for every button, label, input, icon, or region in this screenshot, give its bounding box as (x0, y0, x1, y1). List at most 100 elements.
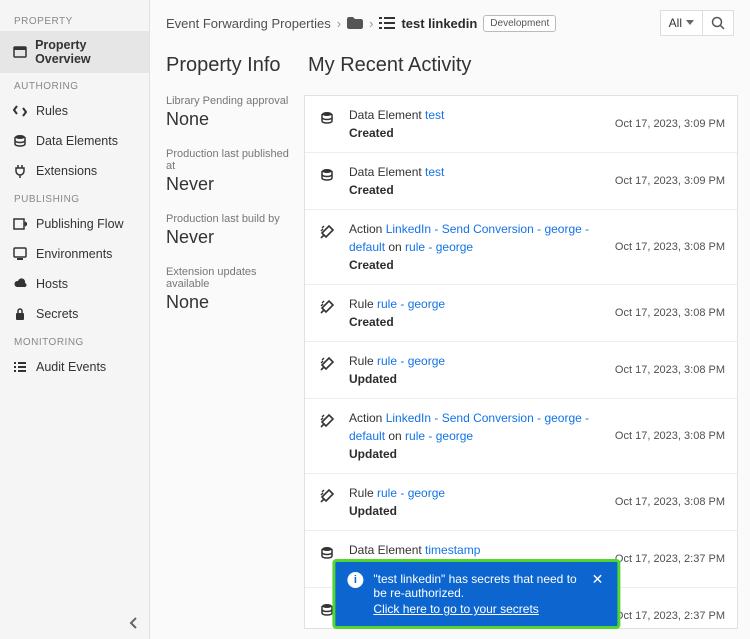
info-label: Extension updates available (166, 266, 296, 290)
sidebar-item-label: Property Overview (35, 38, 139, 66)
sidebar-item-label: Rules (36, 104, 68, 118)
activity-row[interactable]: Data Element testCreated Oct 17, 2023, 3:… (305, 96, 737, 153)
activity-link[interactable]: timestamp (425, 543, 480, 557)
info-label: Library Pending approval (166, 95, 296, 107)
activity-list: Data Element testCreatedOct 17, 2023, 3:… (304, 95, 738, 629)
sidebar-item-hosts[interactable]: Hosts (0, 269, 149, 299)
sidebar: PROPERTYProperty OverviewAUTHORINGRulesD… (0, 0, 150, 639)
activity-title: Data Element timestamp (349, 541, 607, 559)
activity-title: Rule rule - george (349, 484, 607, 502)
reauth-toast: i "test linkedin" has secrets that need … (332, 559, 620, 629)
sidebar-collapse-button[interactable] (125, 613, 143, 633)
activity-link[interactable]: rule - george (377, 297, 445, 311)
activity-row[interactable]: Rule rule - georgeCreatedOct 17, 2023, 3… (305, 285, 737, 342)
activity-body: Rule rule - georgeCreated (349, 295, 607, 331)
activity-time: Oct 17, 2023, 3:09 PM (615, 118, 725, 130)
cloud-icon (12, 276, 28, 292)
folder-icon (347, 17, 363, 29)
activity-title: Data Element test (349, 106, 607, 124)
info-block: Library Pending approvalNone (166, 95, 296, 130)
property-info-panel: Property Info Library Pending approvalNo… (150, 46, 300, 639)
sidebar-item-data-elements[interactable]: Data Elements (0, 126, 149, 156)
topbar: Event Forwarding Properties › › test lin… (150, 0, 750, 46)
toast-link[interactable]: Click here to go to your secrets (373, 602, 538, 616)
sidebar-item-publishing-flow[interactable]: Publishing Flow (0, 209, 149, 239)
flow-icon (12, 216, 28, 232)
activity-title: Data Element test (349, 163, 607, 181)
activity-status: Created (349, 181, 607, 199)
activity-row[interactable]: Rule rule - georgeUpdated Oct 17, 2023, 3… (305, 474, 737, 531)
environment-badge: Development (483, 15, 556, 32)
activity-time: Oct 17, 2023, 2:37 PM (615, 553, 725, 565)
activity-body: Data Element testCreated (349, 163, 607, 199)
info-value: Never (166, 174, 296, 195)
search-group: All (660, 10, 734, 36)
activity-title: Action LinkedIn - Send Conversion - geor… (349, 220, 607, 256)
activity-status: Created (349, 124, 607, 142)
list-icon (12, 359, 28, 375)
info-block: Production last published atNever (166, 148, 296, 195)
activity-body: Data Element testCreated (349, 106, 607, 142)
plug-icon (12, 163, 28, 179)
search-filter-dropdown[interactable]: All (661, 11, 703, 35)
list-icon (379, 17, 395, 29)
activity-row[interactable]: Action LinkedIn - Send Conversion - geor… (305, 210, 737, 285)
activity-link[interactable]: test (425, 165, 444, 179)
activity-time: Oct 17, 2023, 3:08 PM (615, 364, 725, 376)
activity-link[interactable]: rule - george (377, 486, 445, 500)
sidebar-item-extensions[interactable]: Extensions (0, 156, 149, 186)
breadcrumb-root[interactable]: Event Forwarding Properties (166, 16, 331, 31)
sidebar-item-label: Audit Events (36, 360, 106, 374)
main: Event Forwarding Properties › › test lin… (150, 0, 750, 639)
sidebar-item-environments[interactable]: Environments (0, 239, 149, 269)
activity-link[interactable]: rule - george (405, 429, 473, 443)
activity-status: Updated (349, 502, 607, 520)
activity-link[interactable]: test (425, 108, 444, 122)
activity-status: Updated (349, 370, 607, 388)
info-icon: i (347, 572, 363, 588)
tools-icon (317, 222, 337, 242)
recent-activity-heading: My Recent Activity (308, 54, 738, 77)
sidebar-item-audit-events[interactable]: Audit Events (0, 352, 149, 382)
activity-row[interactable]: Rule rule - georgeUpdatedOct 17, 2023, 3… (305, 342, 737, 399)
chevron-down-icon (686, 20, 694, 26)
activity-link[interactable]: rule - george (405, 240, 473, 254)
activity-row[interactable]: Data Element testCreated Oct 17, 2023, 3:… (305, 153, 737, 210)
data-icon (12, 133, 28, 149)
sidebar-group-label: AUTHORING (0, 73, 149, 96)
sidebar-item-label: Hosts (36, 277, 68, 291)
info-value: Never (166, 227, 296, 248)
activity-time: Oct 17, 2023, 3:08 PM (615, 241, 725, 253)
sidebar-item-secrets[interactable]: Secrets (0, 299, 149, 329)
activity-link[interactable]: rule - george (377, 354, 445, 368)
activity-title: Action LinkedIn - Send Conversion - geor… (349, 409, 607, 445)
chevron-right-icon: › (337, 16, 341, 31)
sidebar-item-label: Data Elements (36, 134, 118, 148)
activity-status: Created (349, 313, 607, 331)
info-block: Extension updates availableNone (166, 266, 296, 313)
database-icon (317, 108, 337, 128)
activity-time: Oct 17, 2023, 3:08 PM (615, 307, 725, 319)
activity-body: Rule rule - georgeUpdated (349, 352, 607, 388)
sidebar-item-property-overview[interactable]: Property Overview (0, 31, 149, 73)
toast-close-button[interactable]: ✕ (590, 572, 606, 586)
search-filter-label: All (669, 16, 682, 30)
database-icon (317, 165, 337, 185)
activity-row[interactable]: Action LinkedIn - Send Conversion - geor… (305, 399, 737, 474)
activity-status: Updated (349, 445, 607, 463)
overview-icon (12, 44, 27, 60)
activity-time: Oct 17, 2023, 3:08 PM (615, 430, 725, 442)
tools-icon (317, 486, 337, 506)
activity-time: Oct 17, 2023, 3:08 PM (615, 496, 725, 508)
tools-icon (317, 297, 337, 317)
activity-time: Oct 17, 2023, 3:09 PM (615, 175, 725, 187)
info-label: Production last published at (166, 148, 296, 172)
tools-icon (317, 354, 337, 374)
sidebar-item-label: Publishing Flow (36, 217, 124, 231)
rules-icon (12, 103, 28, 119)
info-label: Production last build by (166, 213, 296, 225)
chevron-right-icon: › (369, 16, 373, 31)
sidebar-item-rules[interactable]: Rules (0, 96, 149, 126)
search-button[interactable] (703, 11, 733, 35)
search-icon (711, 16, 725, 30)
